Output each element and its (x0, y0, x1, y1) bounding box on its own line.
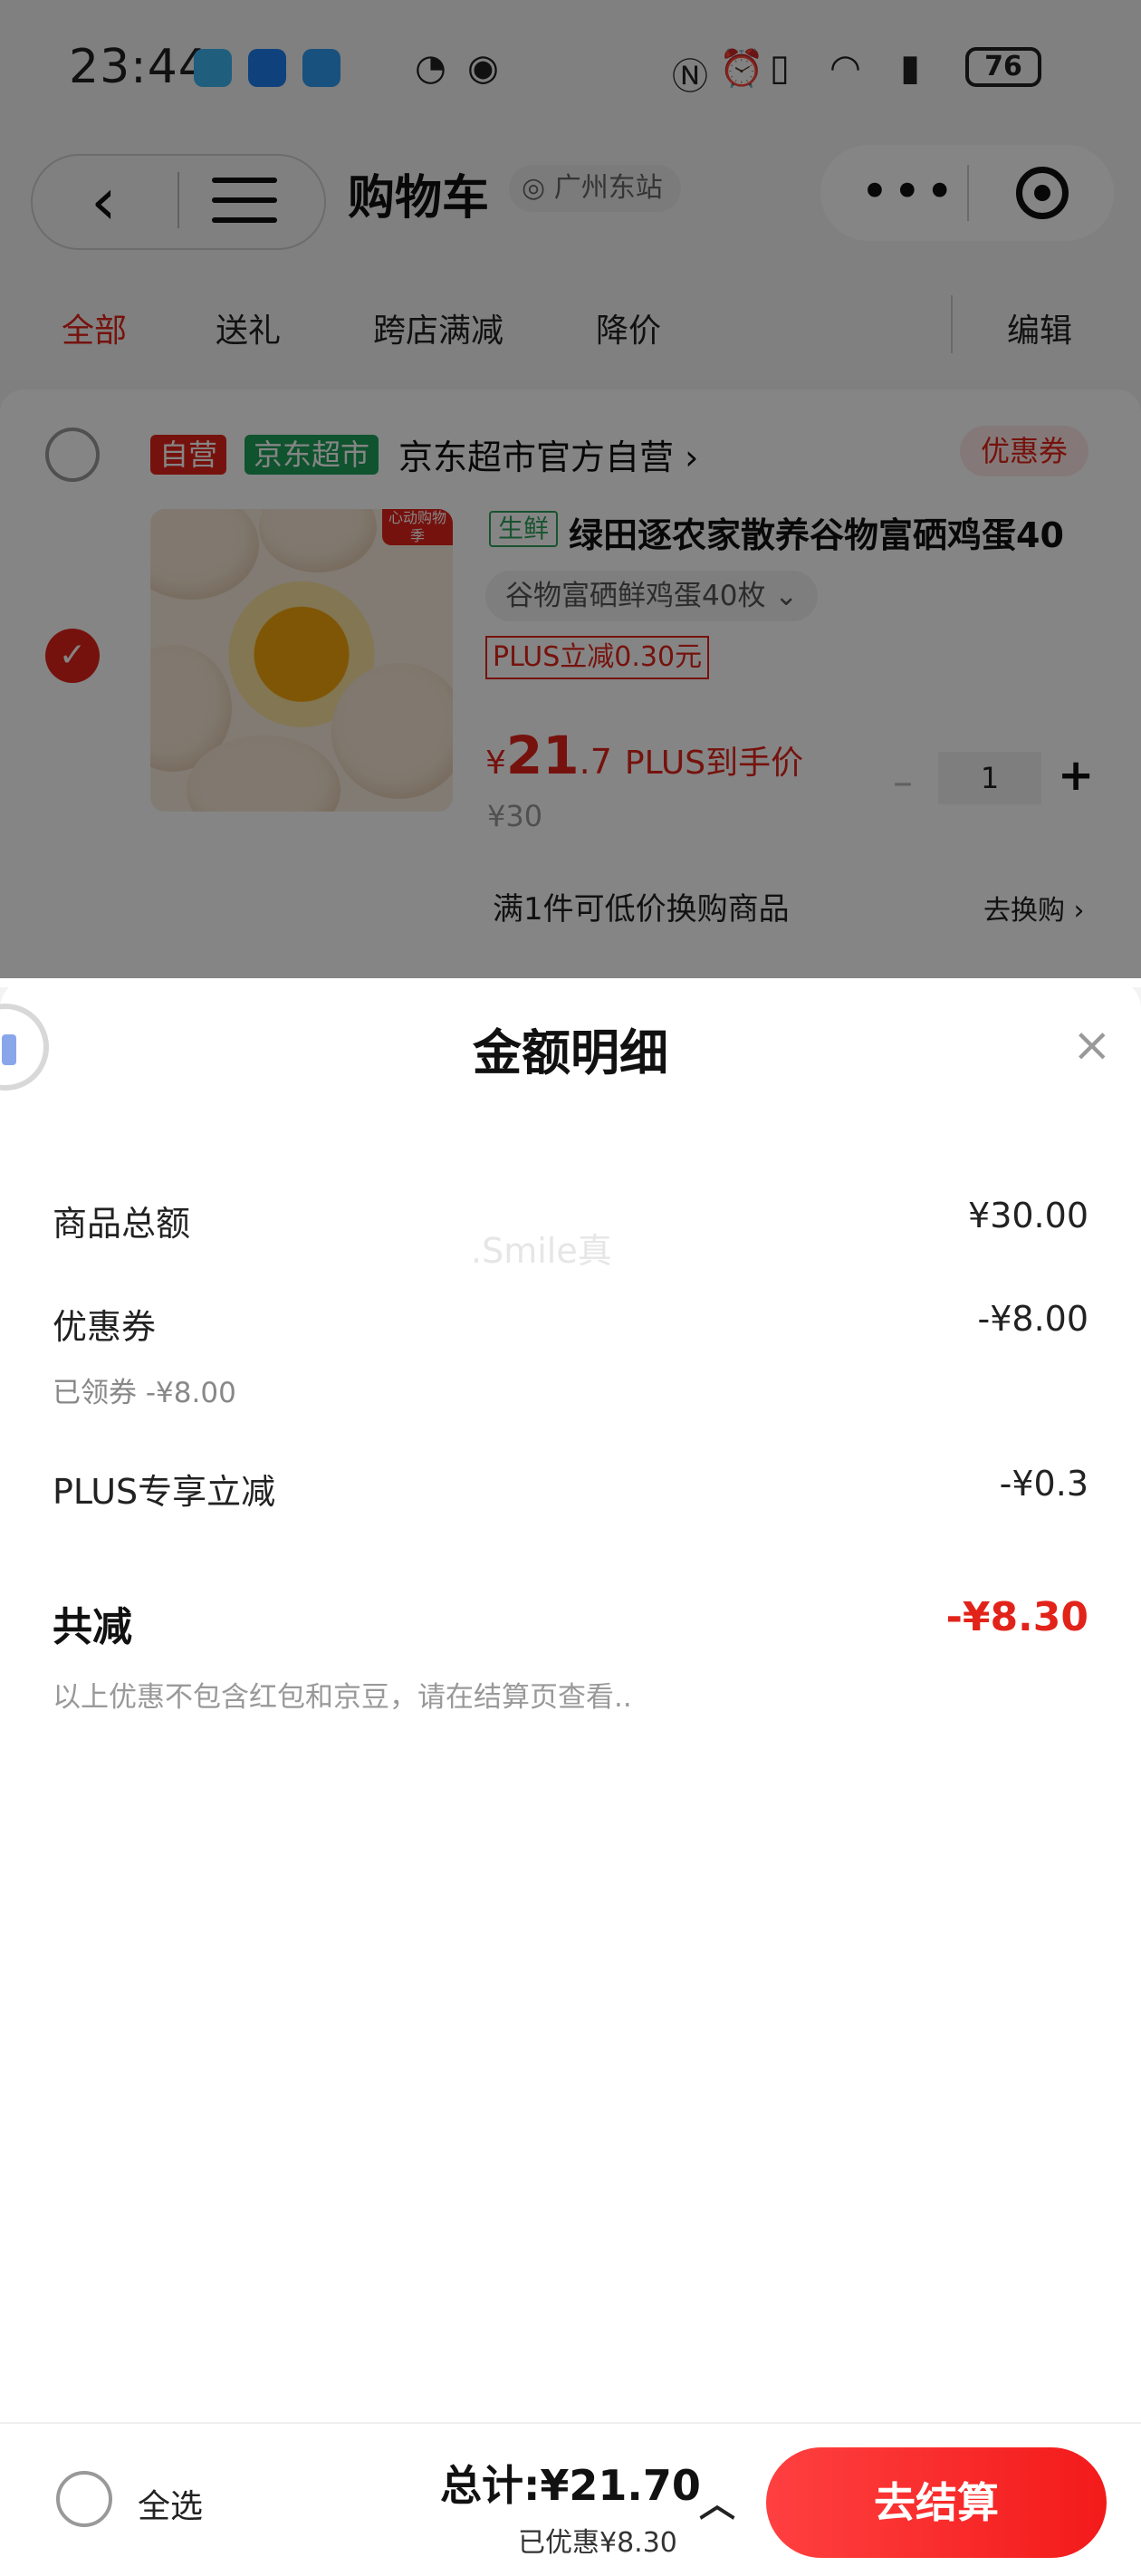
goods-total-label: 商品总额 (53, 1204, 191, 1244)
discount-note: 以上优惠不包含红包和京豆，请在结算页查看.. (53, 1681, 632, 1714)
coupon-sub-label: 已领券 -¥8.00 (53, 1377, 236, 1409)
coupon-label: 优惠券 (53, 1307, 157, 1347)
goods-total-value: ¥30.00 (968, 1196, 1088, 1235)
saved-amount: 已优惠¥8.30 (518, 2527, 677, 2559)
total-reduce-label: 共减 (53, 1604, 132, 1650)
chevron-up-icon[interactable]: ︿ (699, 2475, 735, 2527)
coupon-value: -¥8.00 (977, 1299, 1089, 1339)
watermark: .Smile真 (471, 1231, 612, 1271)
select-all-label[interactable]: 全选 (138, 2480, 203, 2527)
total-amount: 总计:¥21.70 (440, 2461, 701, 2510)
close-icon[interactable]: × (1072, 1022, 1112, 1069)
plus-discount-label: PLUS专享立减 (53, 1472, 276, 1512)
modal-overlay[interactable] (0, 0, 1141, 978)
sheet-title: 金额明细 (473, 1024, 668, 1081)
checkout-button[interactable]: 去结算 (766, 2447, 1107, 2558)
select-all-checkbox[interactable] (56, 2471, 112, 2527)
plus-discount-value: -¥0.3 (999, 1464, 1088, 1504)
total-reduce-value: -¥8.30 (945, 1594, 1088, 1640)
